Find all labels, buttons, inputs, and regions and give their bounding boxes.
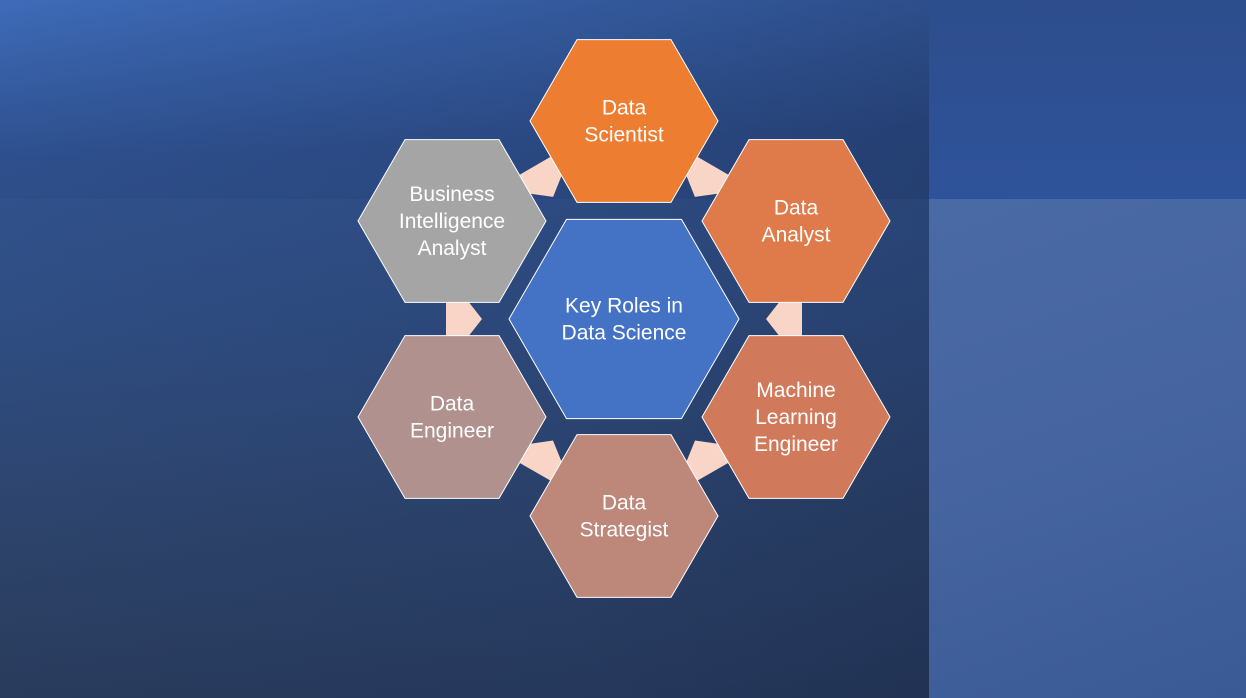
hexagon-center-key-roles-label-line-1: Key Roles in — [565, 295, 683, 318]
hexagon-data-strategist-label-line-1: Data — [602, 492, 647, 515]
hexagon-data-engineer-label-line-2: Engineer — [410, 420, 494, 443]
hexagon-business-intelligence-analyst: Business Intelligence Analyst — [357, 139, 547, 303]
hexagon-business-intelligence-analyst-label-line-1: Business — [409, 183, 494, 206]
hexagon-data-scientist-label-line-1: Data — [602, 97, 647, 120]
key-roles-hexagon-diagram: Data Scientist Data Analyst Machine Learning E… — [357, 39, 891, 598]
hexagon-business-intelligence-analyst-label-line-2: Intelligence — [399, 210, 505, 233]
hexagon-data-engineer-shape — [357, 335, 547, 499]
hexagon-data-analyst: Data Analyst — [701, 139, 891, 303]
hexagon-data-strategist-label-line-2: Strategist — [580, 519, 669, 542]
hexagon-data-analyst-label-line-2: Analyst — [762, 224, 831, 247]
hexagon-machine-learning-engineer: Machine Learning Engineer — [701, 335, 891, 499]
hexagon-data-engineer: Data Engineer — [357, 335, 547, 499]
hexagon-machine-learning-engineer-label-line-3: Engineer — [754, 433, 838, 456]
hexagon-group: Data Scientist Data Analyst Machine Learning E… — [357, 39, 891, 598]
hexagon-center-key-roles: Key Roles in Data Science — [508, 218, 740, 420]
hexagon-business-intelligence-analyst-label-line-3: Analyst — [418, 237, 487, 260]
hexagon-data-analyst-label-line-1: Data — [774, 197, 819, 220]
hexagon-data-engineer-label-line-1: Data — [430, 393, 475, 416]
hexagon-data-analyst-shape — [701, 139, 891, 303]
hexagon-center-key-roles-shape — [508, 218, 740, 420]
hexagon-machine-learning-engineer-label-line-1: Machine — [756, 379, 835, 402]
hexagon-data-scientist-label-line-2: Scientist — [584, 124, 664, 147]
hexagon-machine-learning-engineer-label-line-2: Learning — [755, 406, 837, 429]
hexagon-center-key-roles-label-line-2: Data Science — [562, 322, 687, 345]
